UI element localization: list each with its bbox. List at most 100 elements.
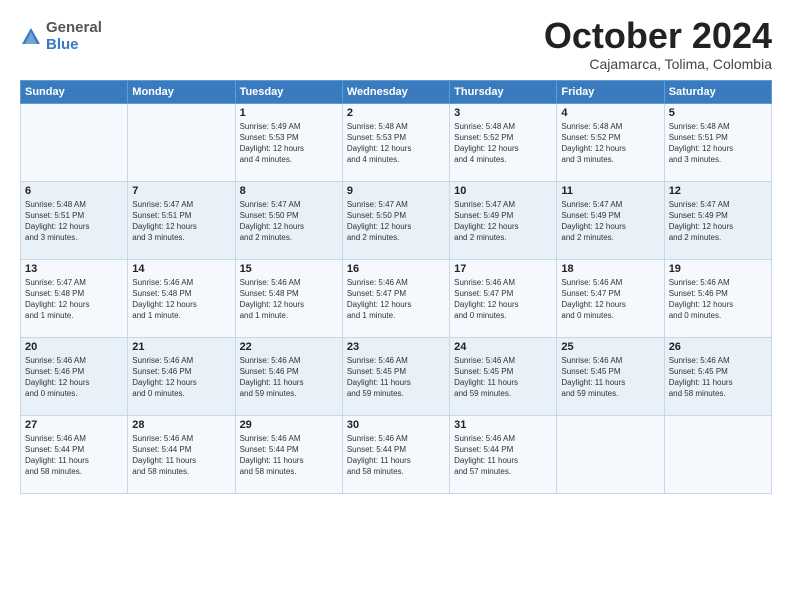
day-info: Sunrise: 5:46 AM Sunset: 5:44 PM Dayligh… bbox=[132, 433, 230, 478]
calendar-cell: 10 Sunrise: 5:47 AM Sunset: 5:49 PM Dayli… bbox=[450, 181, 557, 259]
calendar-cell: 16Sunrise: 5:46 AM Sunset: 5:47 PM Dayli… bbox=[342, 259, 449, 337]
calendar-cell: 1 Sunrise: 5:49 AM Sunset: 5:53 PM Daylig… bbox=[235, 103, 342, 181]
day-info: Sunrise: 5:49 AM Sunset: 5:53 PM Dayligh… bbox=[240, 121, 338, 166]
calendar-cell bbox=[128, 103, 235, 181]
calendar-cell: 12 Sunrise: 5:47 AM Sunset: 5:49 PM Dayli… bbox=[664, 181, 771, 259]
calendar-cell: 15Sunrise: 5:46 AM Sunset: 5:48 PM Dayli… bbox=[235, 259, 342, 337]
calendar-cell: 30 Sunrise: 5:46 AM Sunset: 5:44 PM Dayli… bbox=[342, 415, 449, 493]
header-tuesday: Tuesday bbox=[235, 80, 342, 103]
calendar-cell bbox=[664, 415, 771, 493]
logo-text: General Blue bbox=[46, 20, 102, 53]
calendar-cell: 25Sunrise: 5:46 AM Sunset: 5:45 PM Dayli… bbox=[557, 337, 664, 415]
day-number: 17 bbox=[454, 263, 552, 275]
week-row-1: 6Sunrise: 5:48 AM Sunset: 5:51 PM Daylig… bbox=[21, 181, 772, 259]
day-info: Sunrise: 5:46 AM Sunset: 5:45 PM Dayligh… bbox=[669, 355, 767, 400]
day-number: 16 bbox=[347, 263, 445, 275]
page: General Blue October 2024 Cajamarca, Tol… bbox=[0, 0, 792, 612]
day-info: Sunrise: 5:48 AM Sunset: 5:51 PM Dayligh… bbox=[669, 121, 767, 166]
header-monday: Monday bbox=[128, 80, 235, 103]
day-number: 29 bbox=[240, 419, 338, 431]
header-sunday: Sunday bbox=[21, 80, 128, 103]
week-row-2: 13Sunrise: 5:47 AM Sunset: 5:48 PM Dayli… bbox=[21, 259, 772, 337]
day-info: Sunrise: 5:46 AM Sunset: 5:46 PM Dayligh… bbox=[132, 355, 230, 400]
calendar-cell: 4Sunrise: 5:48 AM Sunset: 5:52 PM Daylig… bbox=[557, 103, 664, 181]
day-number: 18 bbox=[561, 263, 659, 275]
calendar-cell: 23Sunrise: 5:46 AM Sunset: 5:45 PM Dayli… bbox=[342, 337, 449, 415]
calendar-cell: 7 Sunrise: 5:47 AM Sunset: 5:51 PM Daylig… bbox=[128, 181, 235, 259]
day-number: 15 bbox=[240, 263, 338, 275]
week-row-3: 20 Sunrise: 5:46 AM Sunset: 5:46 PM Dayli… bbox=[21, 337, 772, 415]
day-info: Sunrise: 5:46 AM Sunset: 5:44 PM Dayligh… bbox=[454, 433, 552, 478]
header-wednesday: Wednesday bbox=[342, 80, 449, 103]
day-number: 1 bbox=[240, 107, 338, 119]
calendar-cell: 3 Sunrise: 5:48 AM Sunset: 5:52 PM Daylig… bbox=[450, 103, 557, 181]
day-number: 21 bbox=[132, 341, 230, 353]
day-info: Sunrise: 5:46 AM Sunset: 5:44 PM Dayligh… bbox=[25, 433, 123, 478]
day-info: Sunrise: 5:46 AM Sunset: 5:46 PM Dayligh… bbox=[240, 355, 338, 400]
day-number: 14 bbox=[132, 263, 230, 275]
day-number: 2 bbox=[347, 107, 445, 119]
logo-blue: Blue bbox=[46, 37, 102, 54]
day-info: Sunrise: 5:46 AM Sunset: 5:46 PM Dayligh… bbox=[669, 277, 767, 322]
day-info: Sunrise: 5:47 AM Sunset: 5:51 PM Dayligh… bbox=[132, 199, 230, 244]
logo: General Blue bbox=[20, 20, 102, 53]
logo-general: General bbox=[46, 20, 102, 37]
day-info: Sunrise: 5:48 AM Sunset: 5:52 PM Dayligh… bbox=[454, 121, 552, 166]
day-info: Sunrise: 5:46 AM Sunset: 5:44 PM Dayligh… bbox=[347, 433, 445, 478]
day-number: 10 bbox=[454, 185, 552, 197]
title-block: October 2024 Cajamarca, Tolima, Colombia bbox=[544, 16, 772, 72]
day-number: 28 bbox=[132, 419, 230, 431]
location: Cajamarca, Tolima, Colombia bbox=[544, 56, 772, 72]
calendar-cell: 18 Sunrise: 5:46 AM Sunset: 5:47 PM Dayli… bbox=[557, 259, 664, 337]
day-number: 5 bbox=[669, 107, 767, 119]
day-number: 31 bbox=[454, 419, 552, 431]
day-number: 27 bbox=[25, 419, 123, 431]
calendar-cell: 17 Sunrise: 5:46 AM Sunset: 5:47 PM Dayli… bbox=[450, 259, 557, 337]
day-info: Sunrise: 5:47 AM Sunset: 5:50 PM Dayligh… bbox=[240, 199, 338, 244]
header-friday: Friday bbox=[557, 80, 664, 103]
header-row: SundayMondayTuesdayWednesdayThursdayFrid… bbox=[21, 80, 772, 103]
calendar-cell: 13Sunrise: 5:47 AM Sunset: 5:48 PM Dayli… bbox=[21, 259, 128, 337]
day-number: 9 bbox=[347, 185, 445, 197]
calendar-cell: 9 Sunrise: 5:47 AM Sunset: 5:50 PM Daylig… bbox=[342, 181, 449, 259]
calendar-cell: 8 Sunrise: 5:47 AM Sunset: 5:50 PM Daylig… bbox=[235, 181, 342, 259]
day-info: Sunrise: 5:46 AM Sunset: 5:47 PM Dayligh… bbox=[561, 277, 659, 322]
day-number: 3 bbox=[454, 107, 552, 119]
day-info: Sunrise: 5:47 AM Sunset: 5:49 PM Dayligh… bbox=[454, 199, 552, 244]
calendar-cell: 21 Sunrise: 5:46 AM Sunset: 5:46 PM Dayli… bbox=[128, 337, 235, 415]
day-number: 12 bbox=[669, 185, 767, 197]
calendar-table: SundayMondayTuesdayWednesdayThursdayFrid… bbox=[20, 80, 772, 494]
day-info: Sunrise: 5:46 AM Sunset: 5:47 PM Dayligh… bbox=[454, 277, 552, 322]
day-number: 7 bbox=[132, 185, 230, 197]
calendar-cell: 26 Sunrise: 5:46 AM Sunset: 5:45 PM Dayli… bbox=[664, 337, 771, 415]
calendar-cell: 28 Sunrise: 5:46 AM Sunset: 5:44 PM Dayli… bbox=[128, 415, 235, 493]
calendar-cell: 22 Sunrise: 5:46 AM Sunset: 5:46 PM Dayli… bbox=[235, 337, 342, 415]
calendar-cell: 2 Sunrise: 5:48 AM Sunset: 5:53 PM Daylig… bbox=[342, 103, 449, 181]
day-number: 13 bbox=[25, 263, 123, 275]
day-info: Sunrise: 5:46 AM Sunset: 5:45 PM Dayligh… bbox=[454, 355, 552, 400]
calendar-cell: 11Sunrise: 5:47 AM Sunset: 5:49 PM Dayli… bbox=[557, 181, 664, 259]
day-info: Sunrise: 5:47 AM Sunset: 5:50 PM Dayligh… bbox=[347, 199, 445, 244]
calendar-cell bbox=[21, 103, 128, 181]
day-info: Sunrise: 5:46 AM Sunset: 5:44 PM Dayligh… bbox=[240, 433, 338, 478]
calendar-cell: 6Sunrise: 5:48 AM Sunset: 5:51 PM Daylig… bbox=[21, 181, 128, 259]
week-row-0: 1 Sunrise: 5:49 AM Sunset: 5:53 PM Daylig… bbox=[21, 103, 772, 181]
day-info: Sunrise: 5:48 AM Sunset: 5:53 PM Dayligh… bbox=[347, 121, 445, 166]
calendar-cell: 29 Sunrise: 5:46 AM Sunset: 5:44 PM Dayli… bbox=[235, 415, 342, 493]
day-info: Sunrise: 5:47 AM Sunset: 5:49 PM Dayligh… bbox=[669, 199, 767, 244]
day-number: 22 bbox=[240, 341, 338, 353]
day-number: 20 bbox=[25, 341, 123, 353]
day-number: 8 bbox=[240, 185, 338, 197]
week-row-4: 27 Sunrise: 5:46 AM Sunset: 5:44 PM Dayli… bbox=[21, 415, 772, 493]
day-number: 30 bbox=[347, 419, 445, 431]
day-number: 26 bbox=[669, 341, 767, 353]
header: General Blue October 2024 Cajamarca, Tol… bbox=[20, 16, 772, 72]
day-number: 24 bbox=[454, 341, 552, 353]
calendar-cell: 27 Sunrise: 5:46 AM Sunset: 5:44 PM Dayli… bbox=[21, 415, 128, 493]
day-info: Sunrise: 5:46 AM Sunset: 5:46 PM Dayligh… bbox=[25, 355, 123, 400]
header-thursday: Thursday bbox=[450, 80, 557, 103]
calendar-cell: 19Sunrise: 5:46 AM Sunset: 5:46 PM Dayli… bbox=[664, 259, 771, 337]
day-number: 23 bbox=[347, 341, 445, 353]
day-number: 25 bbox=[561, 341, 659, 353]
day-info: Sunrise: 5:48 AM Sunset: 5:51 PM Dayligh… bbox=[25, 199, 123, 244]
